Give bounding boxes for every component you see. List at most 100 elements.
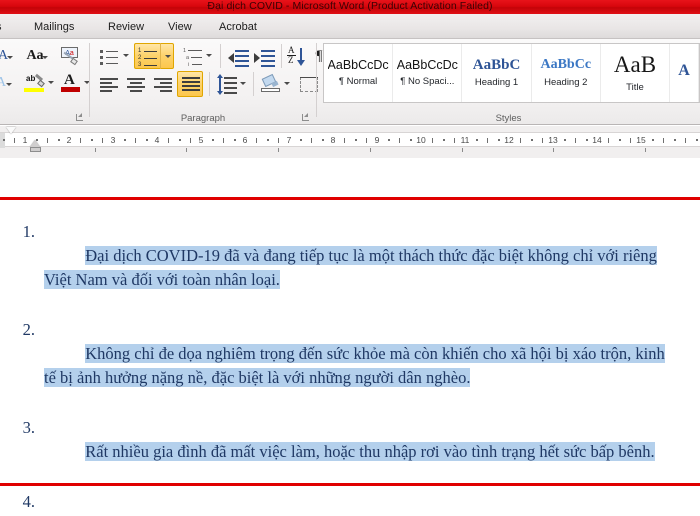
ruler-tick: 12 [504, 135, 514, 145]
group-divider [281, 44, 282, 68]
list-item[interactable]: 1. Đại dịch COVID-19 đã và đang tiếp tục… [0, 220, 700, 316]
list-item-text[interactable]: Nhưng chính trong thời điểm này, chúng t… [44, 490, 700, 516]
ruler-tick: 7 [286, 135, 292, 145]
style-subtitle-partial[interactable]: A [670, 44, 699, 102]
style-title[interactable]: AaB Title [600, 44, 671, 102]
highlighted-text: Rất nhiều gia đình đã mất việc làm, hoặc… [85, 442, 655, 461]
font-color-icon[interactable]: A [58, 71, 82, 95]
ribbon-tab-row: s Mailings Review View Acrobat [0, 14, 700, 39]
list-item-text[interactable]: Không chỉ đe dọa nghiêm trọng đến sức kh… [44, 318, 700, 414]
ruler-tick: 10 [416, 135, 426, 145]
highlighted-text: Không chỉ đe dọa nghiêm trọng đến sức kh… [44, 344, 665, 387]
numbering-button[interactable]: 1 2 3 [134, 43, 160, 69]
style-preview: AaBbCc [540, 58, 592, 73]
numbering-dropdown-button[interactable] [160, 43, 174, 69]
styles-group-label: Styles [495, 113, 522, 124]
first-line-indent-marker[interactable] [6, 127, 16, 134]
left-indent-marker[interactable] [30, 147, 41, 152]
group-divider [316, 43, 317, 117]
style-no-spacing[interactable]: AaBbCcDc ¶ No Spaci... [393, 44, 463, 102]
style-preview: A [678, 62, 690, 79]
chevron-down-icon[interactable] [206, 54, 212, 57]
list-item[interactable]: 2. Không chỉ đe dọa nghiêm trọng đến sức… [0, 318, 700, 414]
ruler-tick: 8 [330, 135, 336, 145]
ruler-tick: 4 [154, 135, 160, 145]
chevron-down-icon[interactable] [240, 82, 246, 85]
ribbon: A Aa Aa A ab [0, 39, 700, 125]
sort-button[interactable]: A Z [285, 44, 307, 68]
ruler-tick: 11 [460, 135, 470, 145]
list-item-number: 1. [22, 222, 35, 241]
style-label: Heading 1 [474, 77, 519, 89]
group-divider [209, 72, 210, 96]
tab-review[interactable]: Review [102, 14, 150, 39]
justify-button[interactable] [177, 71, 203, 97]
horizontal-ruler[interactable]: 1 2 3 4 5 6 7 8 9 10 11 12 13 14 15 [0, 132, 700, 148]
style-label: Title [626, 81, 644, 93]
ruler-tick: 6 [242, 135, 248, 145]
chevron-down-icon [165, 55, 171, 58]
style-label: ¶ Normal [338, 76, 378, 88]
tab-acrobat[interactable]: Acrobat [213, 14, 263, 39]
tab-references[interactable]: s [0, 14, 8, 39]
paragraph-group-label: Paragraph [180, 113, 226, 124]
ruler-tick: 3 [110, 135, 116, 145]
tab-mailings[interactable]: Mailings [28, 14, 80, 39]
window-title: Đại dịch COVID - Microsoft Word (Product… [207, 0, 493, 12]
clear-all-formatting-button[interactable]: Aa [57, 44, 81, 68]
decrease-indent-button[interactable] [226, 44, 250, 68]
style-heading-2[interactable]: AaBbCc Heading 2 [531, 44, 601, 102]
chevron-down-icon [7, 56, 13, 59]
highlighted-text: Đại dịch COVID-19 đã và đang tiếp tục là… [44, 246, 657, 289]
shading-button[interactable] [258, 72, 282, 96]
document-canvas[interactable]: 1. Đại dịch COVID-19 đã và đang tiếp tục… [0, 158, 700, 516]
change-case-button[interactable]: Aa [20, 45, 50, 67]
chevron-down-icon[interactable] [48, 81, 54, 84]
paragraph-dialog-launcher[interactable] [300, 112, 311, 123]
ruler-tick: 2 [66, 135, 72, 145]
chevron-down-icon[interactable] [123, 54, 129, 57]
style-normal[interactable]: AaBbCcDc ¶ Normal [324, 44, 394, 102]
word-window: Đại dịch COVID - Microsoft Word (Product… [0, 0, 700, 516]
ruler-tick: 5 [198, 135, 204, 145]
list-item-text[interactable]: Rất nhiều gia đình đã mất việc làm, hoặc… [44, 416, 700, 488]
style-heading-1[interactable]: AaBbC Heading 1 [462, 44, 532, 102]
text-highlight-color-icon[interactable]: ab [22, 71, 46, 95]
hanging-indent-marker[interactable] [30, 140, 40, 147]
clear-formatting-icon[interactable]: A [0, 45, 14, 67]
ruler-tick: 15 [636, 135, 646, 145]
multilevel-list-button[interactable]: 1 a i [180, 44, 204, 68]
list-item[interactable]: 4. Nhưng chính trong thời điểm này, chún… [0, 490, 700, 516]
align-right-button[interactable] [150, 72, 174, 96]
style-label: Heading 2 [544, 76, 588, 88]
align-center-button[interactable] [123, 72, 147, 96]
font-dialog-launcher[interactable] [74, 112, 85, 123]
group-divider [89, 43, 90, 117]
paragraph-group: 1 2 3 1 a i A Z ¶ Paragraph [92, 39, 329, 125]
title-bar: Đại dịch COVID - Microsoft Word (Product… [0, 0, 700, 14]
ruler-tick: 13 [548, 135, 558, 145]
group-divider [220, 44, 221, 68]
ruler-tick: 9 [374, 135, 380, 145]
style-preview: AaBbC [472, 57, 521, 73]
chevron-down-icon[interactable] [284, 82, 290, 85]
style-label: ¶ No Spaci... [400, 76, 455, 88]
group-divider [253, 72, 254, 96]
style-preview: AaBbCcDc [396, 58, 458, 72]
tab-view[interactable]: View [162, 14, 198, 39]
bullets-button[interactable] [96, 44, 120, 68]
font-group: A Aa Aa A ab [0, 39, 90, 125]
list-item-text[interactable]: Đại dịch COVID-19 đã và đang tiếp tục là… [44, 220, 700, 316]
list-item-number: 3. [22, 418, 35, 437]
numbered-list: 1. Đại dịch COVID-19 đã và đang tiếp tục… [0, 220, 700, 516]
line-spacing-button[interactable] [214, 72, 238, 96]
list-item-number: 2. [22, 320, 35, 339]
chevron-down-icon [6, 83, 12, 86]
header-accent-line [0, 197, 700, 200]
ruler-tick: 14 [592, 135, 602, 145]
increase-indent-button[interactable] [252, 44, 276, 68]
font-style-icon[interactable]: A [0, 72, 12, 94]
list-item[interactable]: 3. Rất nhiều gia đình đã mất việc làm, h… [0, 416, 700, 488]
styles-gallery[interactable]: AaBbCcDc ¶ Normal AaBbCcDc ¶ No Spaci...… [323, 43, 700, 103]
align-left-button[interactable] [96, 72, 120, 96]
